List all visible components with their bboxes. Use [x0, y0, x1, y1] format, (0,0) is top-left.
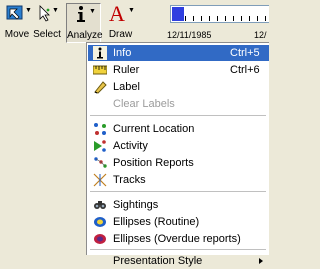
- menu-item-presentation-style[interactable]: Presentation Style: [88, 253, 269, 269]
- activity-icon: [94, 140, 106, 152]
- menu-item-current-location[interactable]: Current Location: [88, 121, 269, 137]
- timeline: 12/11/1985 12/: [167, 0, 269, 42]
- timeline-ticks: [185, 16, 269, 21]
- menu-item-label: Tracks: [113, 174, 146, 186]
- menu-item-label: Current Location: [113, 123, 195, 135]
- text-draw-icon: A: [109, 1, 125, 26]
- label-icon: [94, 81, 107, 94]
- menu-item-label-tool[interactable]: Label: [88, 79, 269, 95]
- analyze-menu: Info Ctrl+5 Ruler Ctrl+6 Label Clear Lab…: [86, 42, 269, 267]
- move-label: Move: [4, 29, 30, 40]
- ellipse-overdue-icon: [94, 234, 106, 244]
- timeline-slider[interactable]: [170, 5, 269, 23]
- menu-item-label: Ruler: [113, 64, 140, 76]
- menu-item-ruler[interactable]: Ruler Ctrl+6: [88, 62, 269, 78]
- timeline-marker[interactable]: [172, 7, 184, 21]
- analyze-button[interactable]: ▼ Analyze: [66, 3, 103, 43]
- menu-item-label: Presentation Style: [113, 255, 203, 267]
- menu-item-shortcut: Ctrl+6: [230, 64, 260, 76]
- menu-item-position-reports[interactable]: Position Reports: [88, 155, 269, 171]
- menu-item-label: Label: [113, 81, 140, 93]
- toolbar: ▼ Move ▼ Select ▼ Analyze A ▼ Draw 12/11…: [0, 0, 269, 43]
- analyze-label: Analyze: [67, 30, 103, 41]
- sightings-icon: [94, 201, 106, 209]
- select-arrow-icon: [39, 5, 50, 22]
- timeline-date-start: 12/11/1985: [167, 30, 212, 40]
- position-reports-icon: [94, 157, 107, 168]
- menu-item-label: Ellipses (Routine): [113, 216, 200, 228]
- menu-item-label: Sightings: [113, 199, 159, 211]
- menu-item-ellipses-overdue[interactable]: Ellipses (Overdue reports): [88, 231, 269, 247]
- menu-item-sightings[interactable]: Sightings: [88, 197, 269, 213]
- info-icon: [77, 6, 85, 22]
- tracks-icon: [93, 173, 107, 187]
- draw-button[interactable]: A ▼ Draw: [104, 1, 137, 41]
- menu-item-label: Ellipses (Overdue reports): [113, 233, 241, 245]
- draw-label: Draw: [108, 29, 133, 40]
- timeline-date-next: 12/: [254, 30, 267, 40]
- submenu-arrow-icon: [259, 258, 263, 264]
- menu-item-label: Clear Labels: [113, 98, 175, 110]
- menu-item-label: Position Reports: [113, 157, 194, 169]
- menu-separator: [90, 191, 266, 192]
- menu-item-tracks[interactable]: Tracks: [88, 172, 269, 188]
- current-location-icon: [94, 123, 106, 135]
- menu-item-shortcut: Ctrl+5: [230, 47, 260, 59]
- menu-item-ellipses-routine[interactable]: Ellipses (Routine): [88, 214, 269, 230]
- move-icon: [6, 5, 23, 20]
- menu-item-clear-labels[interactable]: Clear Labels: [88, 96, 269, 112]
- menu-item-label: Info: [113, 47, 132, 59]
- menu-separator: [90, 115, 266, 116]
- ruler-icon: [93, 65, 107, 75]
- menu-item-activity[interactable]: Activity: [88, 138, 269, 154]
- menu-item-label: Activity: [113, 140, 148, 152]
- select-label: Select: [33, 29, 61, 40]
- move-button[interactable]: ▼ Move: [2, 3, 32, 41]
- ellipse-routine-icon: [94, 217, 106, 227]
- menu-separator: [90, 249, 266, 250]
- menu-item-info[interactable]: Info Ctrl+5: [88, 45, 269, 61]
- info-icon: [93, 46, 107, 60]
- select-button[interactable]: ▼ Select: [33, 3, 61, 41]
